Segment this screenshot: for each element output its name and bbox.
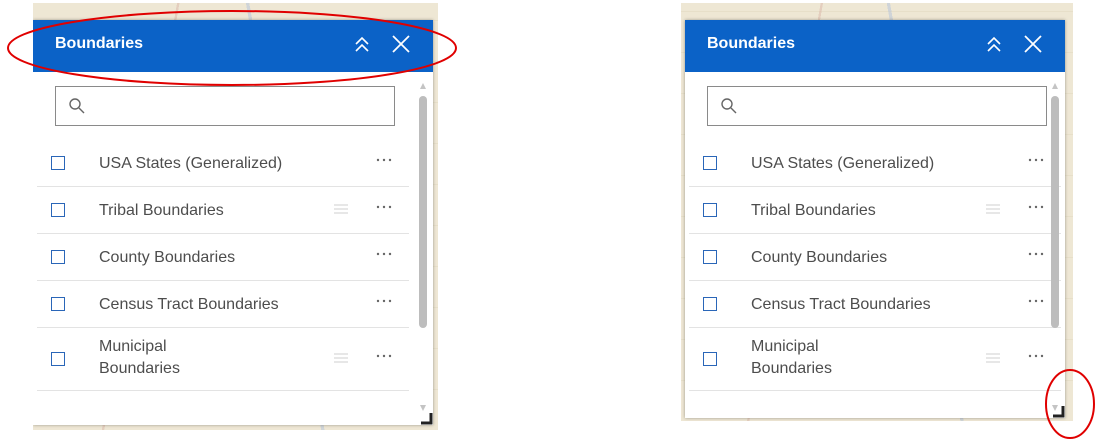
screenshot-left: Boundaries USA States (Generalized) Trib…	[33, 3, 438, 430]
scrollbar[interactable]	[1049, 82, 1061, 412]
layer-checkbox[interactable]	[703, 156, 717, 170]
layer-row[interactable]: Census Tract Boundaries	[37, 281, 409, 328]
resize-handle-icon[interactable]	[1051, 404, 1065, 418]
more-options-icon[interactable]	[375, 350, 393, 362]
layer-list-panel: Boundaries USA States (Generalized) Trib…	[685, 20, 1065, 418]
more-options-icon[interactable]	[1027, 201, 1045, 213]
layer-row[interactable]: USA States (Generalized)	[689, 140, 1061, 187]
layer-checkbox[interactable]	[703, 352, 717, 366]
panel-header: Boundaries	[33, 20, 433, 72]
drag-handle-icon[interactable]	[985, 203, 1001, 215]
layer-row[interactable]: Census Tract Boundaries	[689, 281, 1061, 328]
layer-checkbox[interactable]	[51, 250, 65, 264]
layer-checkbox[interactable]	[51, 156, 65, 170]
layer-label: Tribal Boundaries	[99, 202, 224, 219]
more-options-icon[interactable]	[375, 248, 393, 260]
layer-label: USA States (Generalized)	[751, 155, 935, 172]
layer-label: USA States (Generalized)	[99, 155, 283, 172]
layer-list: USA States (Generalized) Tribal Boundari…	[689, 140, 1061, 391]
layer-row[interactable]: Tribal Boundaries	[689, 187, 1061, 234]
layer-row[interactable]: Municipal Boundaries	[37, 328, 409, 391]
more-options-icon[interactable]	[1027, 295, 1045, 307]
layer-checkbox[interactable]	[703, 203, 717, 217]
layer-row[interactable]: USA States (Generalized)	[37, 140, 409, 187]
scrollbar[interactable]	[417, 82, 429, 412]
more-options-icon[interactable]	[375, 201, 393, 213]
scroll-thumb[interactable]	[419, 96, 427, 328]
layer-row[interactable]: County Boundaries	[37, 234, 409, 281]
screenshot-right: Boundaries USA States (Generalized) Trib…	[681, 3, 1073, 421]
layer-list-panel: Boundaries USA States (Generalized) Trib…	[33, 20, 433, 425]
panel-title: Boundaries	[55, 35, 144, 52]
layer-label: County Boundaries	[99, 249, 236, 266]
layer-label: Census Tract Boundaries	[99, 296, 279, 313]
layer-row[interactable]: County Boundaries	[689, 234, 1061, 281]
layer-label: Municipal Boundaries	[99, 338, 180, 377]
layer-row[interactable]: Tribal Boundaries	[37, 187, 409, 234]
layer-checkbox[interactable]	[51, 297, 65, 311]
resize-handle-icon[interactable]	[419, 411, 433, 425]
layer-label: County Boundaries	[751, 249, 888, 266]
drag-handle-icon[interactable]	[985, 352, 1001, 364]
search-input[interactable]	[707, 86, 1047, 126]
scroll-up-arrow-icon[interactable]	[1051, 82, 1059, 90]
more-options-icon[interactable]	[1027, 350, 1045, 362]
layer-checkbox[interactable]	[51, 352, 65, 366]
more-options-icon[interactable]	[1027, 248, 1045, 260]
scroll-up-arrow-icon[interactable]	[419, 82, 427, 90]
layer-list: USA States (Generalized) Tribal Boundari…	[37, 140, 409, 391]
panel-header: Boundaries	[685, 20, 1065, 72]
more-options-icon[interactable]	[1027, 154, 1045, 166]
drag-handle-icon[interactable]	[333, 352, 349, 364]
drag-handle-icon[interactable]	[333, 203, 349, 215]
layer-checkbox[interactable]	[703, 250, 717, 264]
layer-row[interactable]: Municipal Boundaries	[689, 328, 1061, 391]
search-input[interactable]	[55, 86, 395, 126]
layer-checkbox[interactable]	[703, 297, 717, 311]
search-icon	[721, 98, 737, 114]
more-options-icon[interactable]	[375, 154, 393, 166]
more-options-icon[interactable]	[375, 295, 393, 307]
scroll-thumb[interactable]	[1051, 96, 1059, 328]
layer-label: Census Tract Boundaries	[751, 296, 931, 313]
layer-label: Municipal Boundaries	[751, 338, 832, 377]
layer-checkbox[interactable]	[51, 203, 65, 217]
close-icon[interactable]	[389, 32, 413, 56]
search-icon	[69, 98, 85, 114]
panel-title: Boundaries	[707, 35, 796, 52]
collapse-icon[interactable]	[983, 34, 1005, 56]
close-icon[interactable]	[1021, 32, 1045, 56]
layer-label: Tribal Boundaries	[751, 202, 876, 219]
collapse-icon[interactable]	[351, 34, 373, 56]
